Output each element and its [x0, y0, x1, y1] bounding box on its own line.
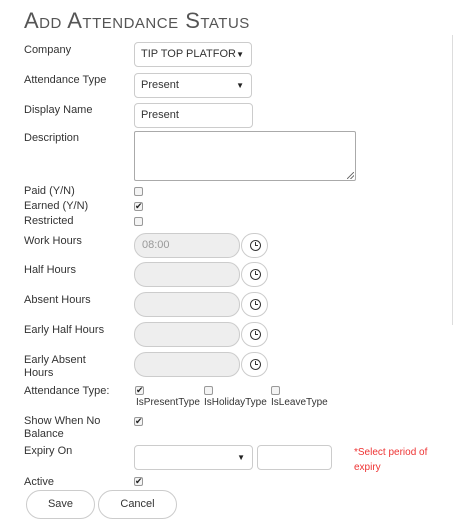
- early-half-hours-input[interactable]: [134, 322, 240, 347]
- chevron-down-icon: ▼: [237, 453, 245, 462]
- paid-checkbox[interactable]: [134, 187, 143, 196]
- is-leave-type-label: IsLeaveType: [271, 397, 328, 408]
- half-hours-input[interactable]: [134, 262, 240, 287]
- expiry-number-input[interactable]: [257, 445, 332, 470]
- chevron-down-icon: ▼: [236, 81, 244, 90]
- early-absent-hours-label-line2: Hours: [24, 367, 54, 379]
- page-title: Add Attendance Status: [24, 8, 250, 33]
- clock-icon: [250, 240, 261, 251]
- is-present-type-label: IsPresentType: [136, 397, 200, 408]
- description-textarea[interactable]: [134, 131, 356, 181]
- restricted-checkbox[interactable]: [134, 217, 143, 226]
- expiry-error-line2: expiry: [354, 462, 381, 473]
- active-checkbox[interactable]: ✔: [134, 477, 143, 486]
- is-holiday-type-label: IsHolidayType: [204, 397, 267, 408]
- chevron-down-icon: ▼: [236, 50, 244, 59]
- half-hours-label: Half Hours: [24, 264, 76, 276]
- early-absent-hours-clock-button[interactable]: [241, 352, 268, 377]
- expiry-error-line1: *Select period of: [354, 447, 428, 458]
- expiry-error-message: *Select period of expiry: [354, 445, 449, 475]
- company-value: TIP TOP PLATFOR: [141, 48, 236, 60]
- company-select[interactable]: TIP TOP PLATFOR ▼: [134, 42, 252, 67]
- early-absent-hours-label: Early Absent Hours: [24, 354, 86, 380]
- attendance-type-select[interactable]: Present ▼: [134, 73, 252, 98]
- company-label: Company: [24, 44, 72, 56]
- work-hours-input[interactable]: 08:00: [134, 233, 240, 258]
- clock-icon: [250, 359, 261, 370]
- attendance-type-value: Present: [141, 79, 179, 91]
- early-half-hours-label: Early Half Hours: [24, 324, 105, 336]
- expiry-period-select[interactable]: ▼: [134, 445, 253, 470]
- is-holiday-type-checkbox[interactable]: [204, 386, 213, 395]
- is-leave-type-checkbox[interactable]: [271, 386, 280, 395]
- display-name-label: Display Name: [24, 104, 93, 116]
- work-hours-clock-button[interactable]: [241, 233, 268, 258]
- clock-icon: [250, 299, 261, 310]
- clock-icon: [250, 329, 261, 340]
- description-label: Description: [24, 132, 80, 144]
- absent-hours-label: Absent Hours: [24, 294, 91, 306]
- cancel-button[interactable]: Cancel: [98, 490, 177, 519]
- show-when-no-balance-label-line2: Balance: [24, 428, 64, 440]
- save-button[interactable]: Save: [26, 490, 95, 519]
- earned-checkbox[interactable]: ✔: [134, 202, 143, 211]
- attendance-type-flags-label: Attendance Type:: [24, 385, 110, 397]
- early-half-hours-clock-button[interactable]: [241, 322, 268, 347]
- active-label: Active: [24, 476, 54, 488]
- work-hours-label: Work Hours: [24, 235, 82, 247]
- early-absent-hours-label-line1: Early Absent: [24, 354, 86, 366]
- absent-hours-input[interactable]: [134, 292, 240, 317]
- expiry-on-label: Expiry On: [24, 445, 73, 457]
- restricted-label: Restricted: [24, 215, 74, 227]
- show-when-no-balance-checkbox[interactable]: ✔: [134, 417, 143, 426]
- resize-grip-icon[interactable]: [347, 172, 354, 179]
- paid-label: Paid (Y/N): [24, 185, 75, 197]
- clock-icon: [250, 269, 261, 280]
- attendance-type-label: Attendance Type: [24, 74, 107, 86]
- absent-hours-clock-button[interactable]: [241, 292, 268, 317]
- half-hours-clock-button[interactable]: [241, 262, 268, 287]
- display-name-input[interactable]: Present: [134, 103, 253, 128]
- show-when-no-balance-label: Show When No Balance: [24, 415, 100, 441]
- show-when-no-balance-label-line1: Show When No: [24, 415, 101, 427]
- earned-label: Earned (Y/N): [24, 200, 89, 212]
- is-present-type-checkbox[interactable]: ✔: [135, 386, 144, 395]
- early-absent-hours-input[interactable]: [134, 352, 240, 377]
